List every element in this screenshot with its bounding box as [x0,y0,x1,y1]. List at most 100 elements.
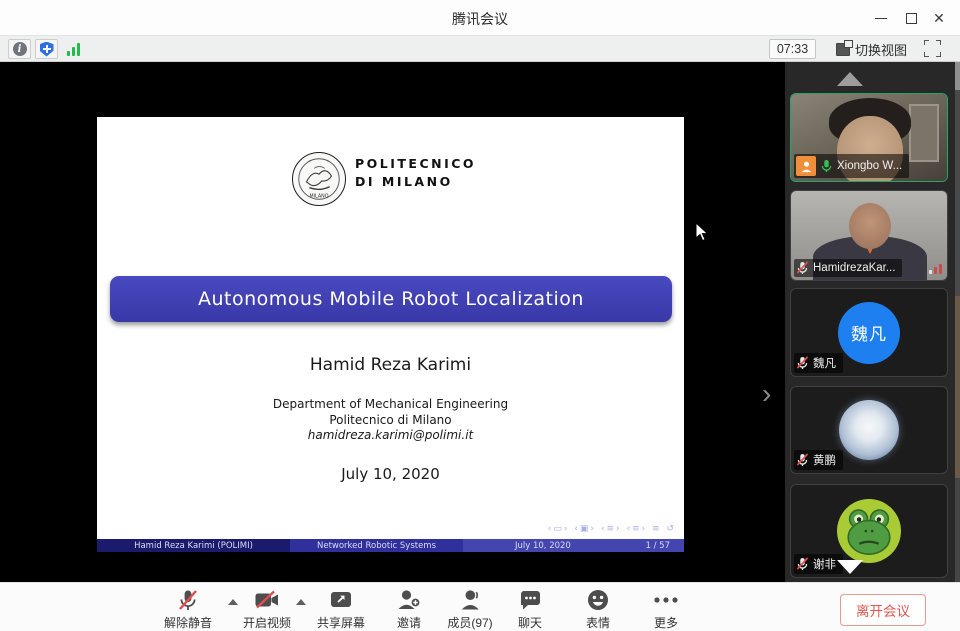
participant-name-chip: 魏凡 [794,353,843,373]
switch-view-label: 切换视图 [855,40,907,59]
svg-text:MILANO: MILANO [310,193,329,199]
slide-email: hamidreza.karimi@polimi.it [97,428,684,444]
polimi-wordmark: POLITECNICO DI MILANO [355,155,476,191]
beamer-footer: Hamid Reza Karimi (POLIMI) Networked Rob… [97,539,684,552]
chat-icon [518,590,541,611]
meeting-control-bar: 解除静音 开启视频 共享屏幕 [0,582,960,631]
footer-date: July 10, 2020 [515,541,571,551]
shared-screen-stage: MILANO POLITECNICO DI MILANO Autonomous … [0,62,785,582]
footer-page-number: 1 / 57 [646,541,671,551]
meeting-toolbar: i 07:33 切换视图 [0,36,960,62]
share-screen-button[interactable]: 共享屏幕 [317,588,365,631]
mic-muted-icon [178,589,198,612]
video-tile-huangpeng[interactable]: 黄鹏 [790,386,948,474]
participant-name: 魏凡 [813,355,836,371]
video-tile-xiefei[interactable]: 谢非 [790,484,948,578]
frog-avatar [837,499,901,563]
shield-icon [40,42,54,57]
share-screen-icon [329,590,353,610]
unmute-label: 解除静音 [164,614,212,631]
minimize-button[interactable] [870,8,892,28]
footer-author: Hamid Reza Karimi (POLIMI) [97,539,290,552]
video-tile-xiongbo[interactable]: Xiongbo W... [790,93,948,182]
camera-muted-icon [254,590,280,610]
minimize-icon [875,18,887,19]
participant-name-chip: Xiongbo W... [794,154,909,178]
participant-name: HamidrezaKar... [813,262,895,274]
layout-icon [836,43,850,56]
maximize-icon [906,13,917,24]
reactions-button[interactable]: 表情 [586,588,610,631]
maximize-button[interactable] [900,8,922,28]
poor-network-icon [929,264,942,274]
reactions-label: 表情 [586,614,610,631]
participant-name-chip: HamidrezaKar... [794,259,902,277]
polimi-seal-logo: MILANO [292,152,346,206]
info-icon: i [13,42,27,56]
chat-button[interactable]: 聊天 [518,588,542,631]
avatar [839,400,899,460]
mic-muted-icon [796,261,809,275]
slide-author: Hamid Reza Karimi [97,355,684,375]
mouse-cursor [695,222,709,242]
network-status-button[interactable] [62,39,85,59]
slide-title: Autonomous Mobile Robot Localization [198,288,584,310]
participant-name: 黄鹏 [813,452,836,468]
participant-name: 谢非 [813,556,836,572]
leave-meeting-button[interactable]: 离开会议 [840,594,926,626]
invite-button[interactable]: 邀请 [397,588,422,631]
footer-date-page: July 10, 2020 1 / 57 [463,539,684,552]
members-label: 成员(97) [447,614,492,631]
more-label: 更多 [653,614,679,631]
scroll-up-arrow[interactable] [837,72,863,86]
video-tile-weifan[interactable]: 魏凡 魏凡 [790,288,948,377]
more-icon [653,596,679,604]
members-button[interactable]: 成员(97) [447,588,492,631]
video-tile-hamidreza[interactable]: HamidrezaKar... [790,190,948,281]
slide-university: Politecnico di Milano [97,413,684,429]
meeting-timer: 07:33 [769,39,816,59]
close-button[interactable]: ✕ [928,8,950,28]
fullscreen-icon [924,40,929,45]
avatar: 魏凡 [838,302,900,364]
video-options-caret[interactable] [296,599,306,605]
unmute-button[interactable]: 解除静音 [164,588,212,631]
start-video-button[interactable]: 开启视频 [243,588,291,631]
network-signal-icon [67,43,80,56]
more-button[interactable]: 更多 [653,588,679,631]
meeting-info-button[interactable]: i [8,39,31,59]
participant-name: Xiongbo W... [837,160,902,172]
mic-on-icon [820,159,833,173]
slide-title-banner: Autonomous Mobile Robot Localization [110,276,672,322]
participant-name-chip: 谢非 [794,554,843,574]
close-icon: ✕ [933,11,945,25]
mic-muted-icon [796,557,809,571]
sidebar-scrollbar[interactable] [955,62,960,582]
invite-icon [397,589,422,611]
chat-label: 聊天 [518,614,542,631]
expand-sidebar-chevron[interactable]: › [762,380,771,408]
title-bar: 腾讯会议 ✕ [0,0,960,36]
host-badge-icon [796,156,816,176]
switch-view-button[interactable]: 切换视图 [836,39,907,59]
footer-course: Networked Robotic Systems [290,539,463,552]
mic-muted-icon [796,356,809,370]
share-screen-label: 共享屏幕 [317,614,365,631]
slide-date: July 10, 2020 [97,465,684,483]
slide-department: Department of Mechanical Engineering [97,397,684,413]
window-title: 腾讯会议 [0,9,960,29]
audio-options-caret[interactable] [228,599,238,605]
participants-sidebar: Xiongbo W... HamidrezaKar... 魏凡 [785,62,960,582]
scroll-down-arrow[interactable] [837,560,863,574]
presentation-slide: MILANO POLITECNICO DI MILANO Autonomous … [97,117,684,552]
beamer-nav-symbols: ‹▭› ‹▣› ‹≡› ‹≡› ≡ ↺ [548,524,676,534]
security-button[interactable] [35,39,58,59]
participant-name-chip: 黄鹏 [794,450,843,470]
meeting-window: 腾讯会议 ✕ i 07:33 切换视图 [0,0,960,631]
fullscreen-button[interactable] [924,40,941,57]
mic-muted-icon [796,453,809,467]
slide-affiliation: Department of Mechanical Engineering Pol… [97,397,684,444]
emoji-icon [587,589,609,611]
start-video-label: 开启视频 [243,614,291,631]
members-icon [459,589,481,611]
